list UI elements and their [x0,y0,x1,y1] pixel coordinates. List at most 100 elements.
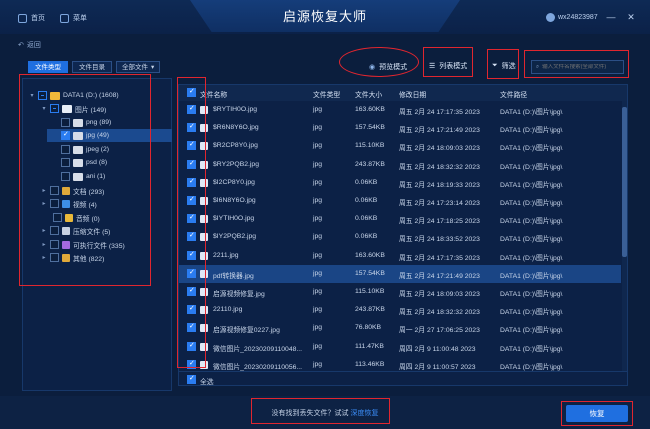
row-checkbox[interactable] [187,322,196,333]
tree-item-other[interactable]: ▸ 其他 (822) [41,251,104,264]
modified-date-cell: 周五 2月 24 17:18:25 2023 [399,218,480,226]
tree-item-jpg[interactable]: jpg (49) [47,129,172,142]
close-button[interactable]: ✕ [626,12,636,22]
menu-button[interactable]: 菜单 [60,13,87,23]
row-checkbox[interactable] [187,213,196,224]
row-checkbox[interactable] [187,159,196,169]
tree-item-jpeg[interactable]: jpeg (2) [61,143,109,156]
home-button[interactable]: 首页 [18,13,45,23]
tree-item-video[interactable]: ▸ 视频 (4) [41,197,97,210]
row-checkbox[interactable] [187,304,196,315]
expand-icon[interactable]: ▸ [41,187,47,194]
home-label: 首页 [31,15,45,22]
tree-item-images[interactable]: ▾ 图片 (149) [41,102,106,115]
search-input[interactable] [542,64,623,70]
column-header-name[interactable]: 文件名称 [200,89,227,99]
file-name-cell: 启源视频修复.jpg [213,291,265,298]
file-size-cell: 163.60KB [355,251,385,259]
row-checkbox[interactable] [187,286,196,296]
row-checkbox[interactable] [187,122,196,133]
tree-item-ani[interactable]: ani (1) [61,170,105,183]
collapse-icon[interactable]: ▾ [29,92,35,99]
select-all-checkbox[interactable] [187,374,196,384]
tree-checkbox[interactable] [61,145,70,154]
back-button[interactable]: ↶ 返回 [18,40,41,50]
expand-icon[interactable]: ▸ [41,227,47,234]
table-row[interactable]: $RY2PQB2.jpg jpg 243.87KB 周五 2月 24 18:32:32… [179,156,621,174]
tree-item-archives[interactable]: ▸ 压缩文件 (5) [41,224,110,237]
collapse-icon[interactable]: ▾ [41,105,47,112]
row-checkbox[interactable] [187,268,196,278]
preview-mode-button[interactable]: ◉ 预览模式 [369,62,407,72]
search-field[interactable]: ⌕ [531,60,624,74]
tree-item-png[interactable]: png (89) [61,116,111,129]
scroll-thumb[interactable] [622,107,627,257]
table-row[interactable]: pdf转换器.jpg jpg 157.54KB 周五 2月 24 17:21:49 2… [179,264,621,283]
modified-date-cell: 周五 2月 24 17:17:35 2023 [399,109,480,116]
table-row[interactable]: $IY2PQB2.jpg jpg 0.06KB 周五 2月 24 18:33:52 2… [179,228,621,246]
table-row[interactable]: $IYTIH0O.jpg jpg 0.06KB 周五 2月 24 17:18:25 2… [179,210,621,228]
filter-button[interactable]: ⏷ 筛选 [492,61,516,71]
vertical-scrollbar[interactable] [622,101,627,371]
tree-item-label: 图片 (149) [75,106,107,114]
tree-checkbox[interactable] [38,91,47,100]
tree-root[interactable]: ▾ DATA1 (D:) (1608) [29,89,119,102]
column-header-path[interactable]: 文件路径 [500,89,527,99]
row-checkbox[interactable] [187,104,196,114]
tree-item-label: 视频 (4) [73,201,97,209]
tree-checkbox[interactable] [53,213,62,222]
table-row[interactable]: $I6N8Y6O.jpg jpg 0.06KB 周五 2月 24 17:23:14 2… [179,192,621,210]
tree-checkbox[interactable] [61,172,70,181]
select-all-row[interactable]: 全选 [179,371,627,385]
row-checkbox[interactable] [187,341,196,351]
row-checkbox[interactable] [187,140,196,151]
tree-checkbox[interactable] [50,104,59,113]
row-checkbox[interactable] [187,177,196,187]
tree-checkbox[interactable] [61,130,70,140]
row-checkbox[interactable] [187,250,196,260]
user-account[interactable]: wx24823987 [546,13,598,22]
tree-checkbox[interactable] [61,158,70,167]
tree-item-psd[interactable]: psd (8) [61,156,107,169]
table-row[interactable]: 22110.jpg jpg 243.87KB 周五 2月 24 18:32:32 20… [179,301,621,319]
tab-file-type[interactable]: 文件类型 [28,61,68,73]
tree-checkbox[interactable] [50,226,59,235]
tree-item-label: 音频 (0) [76,215,100,223]
column-header-date[interactable]: 修改日期 [399,89,426,99]
table-row[interactable]: 2211.jpg jpg 163.60KB 周五 2月 24 17:17:35 202… [179,247,621,265]
table-row[interactable]: 微信图片_20230209110048... jpg 111.47KB 周四 2月 9… [179,338,621,356]
table-row[interactable]: $I2CP8Y0.jpg jpg 0.06KB 周五 2月 24 18:19:33 2… [179,174,621,192]
recover-button[interactable]: 恢复 [566,405,628,422]
column-header-type[interactable]: 文件类型 [313,89,340,99]
row-checkbox[interactable] [187,195,196,205]
tree-item-audio[interactable]: 音频 (0) [53,211,100,224]
preview-mode-label: 预览模式 [379,64,408,71]
tree-checkbox[interactable] [61,118,70,127]
table-row[interactable]: $R2CP8Y0.jpg jpg 115.10KB 周五 2月 24 18:09:03… [179,137,621,155]
tree-checkbox[interactable] [50,186,59,195]
column-header-size[interactable]: 文件大小 [355,89,382,99]
minimize-button[interactable]: — [606,12,616,22]
row-checkbox[interactable] [187,231,196,242]
table-row[interactable]: $RYTIH0O.jpg jpg 163.60KB 周五 2月 24 17:17:35… [179,101,621,119]
select-all-header-checkbox[interactable] [187,87,196,97]
table-row[interactable]: $R6N8Y6O.jpg jpg 157.54KB 周五 2月 24 17:21:49… [179,119,621,137]
expand-icon[interactable]: ▸ [41,200,47,207]
expand-icon[interactable]: ▸ [41,241,47,248]
table-row[interactable]: 启源视频修复0227.jpg jpg 76.80KB 周一 2月 27 17:06:2… [179,319,621,337]
table-row[interactable]: 启源视频修复.jpg jpg 115.10KB 周五 2月 24 18:09:03 2… [179,283,621,301]
tree-checkbox[interactable] [50,199,59,208]
file-filter-dropdown[interactable]: 全部文件 ▾ [116,61,161,73]
list-mode-button[interactable]: ☰ 列表模式 [429,61,467,71]
row-checkbox[interactable] [187,359,196,369]
tree-checkbox[interactable] [50,253,59,262]
tree-item-executables[interactable]: ▸ 可执行文件 (335) [41,238,125,251]
deep-recovery-link[interactable]: 深度恢复 [350,410,378,417]
tree-checkbox[interactable] [50,240,59,249]
file-type-cell: jpg [313,160,323,168]
file-name-cell: $RYTIH0O.jpg [213,106,258,113]
tab-file-directory[interactable]: 文件目录 [72,61,112,73]
tree-item-documents[interactable]: ▸ 文档 (293) [41,184,104,197]
tree-item-label: 压缩文件 (5) [73,228,111,236]
expand-icon[interactable]: ▸ [41,254,47,261]
